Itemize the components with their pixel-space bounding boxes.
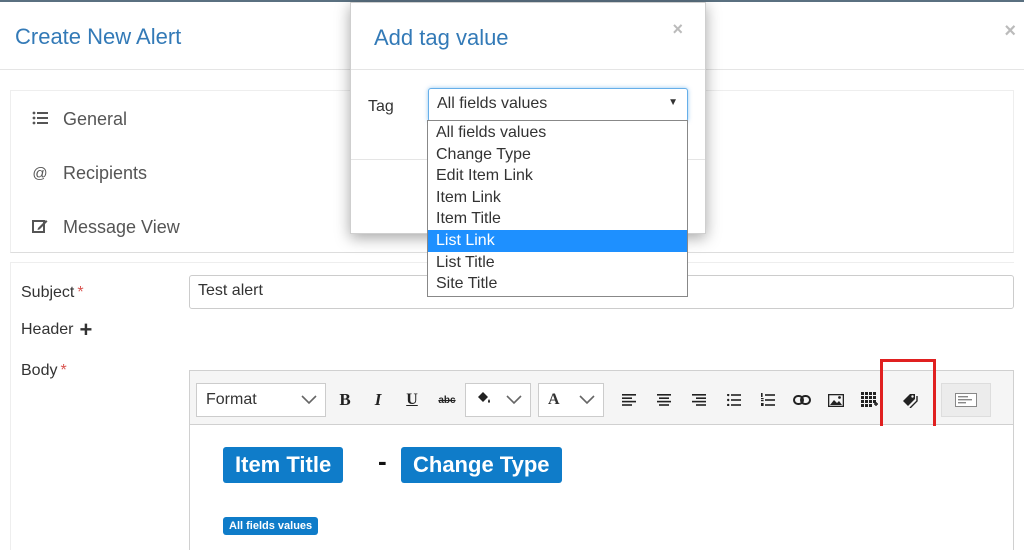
highlight-color-dropdown[interactable] (465, 383, 531, 417)
bulleted-list-icon[interactable] (719, 383, 749, 417)
tag-select-value: All fields values (437, 95, 548, 112)
editor-content[interactable]: Item Title - Change Type All fields valu… (190, 426, 1013, 550)
nav-label: General (63, 109, 128, 129)
tag-change-type[interactable]: Change Type (401, 447, 562, 483)
header-label-text: Header (21, 321, 74, 338)
body-label-text: Body (21, 362, 58, 379)
numbered-list-icon[interactable] (753, 383, 783, 417)
list-icon (29, 111, 51, 129)
header-label: Header + (21, 319, 92, 341)
format-label: Format (206, 391, 257, 408)
option-item[interactable]: Change Type (428, 144, 687, 166)
align-center-icon[interactable] (649, 383, 679, 417)
underline-button[interactable]: U (397, 383, 427, 417)
tag-item-title[interactable]: Item Title (223, 447, 344, 483)
nav-item-general[interactable]: General (29, 109, 127, 130)
option-item[interactable]: Site Title (428, 273, 687, 295)
modal-title: Add tag value (374, 25, 509, 50)
nav-label: Message View (63, 217, 180, 237)
nav-item-message-view[interactable]: Message View (29, 217, 180, 238)
chevron-down-icon (506, 392, 522, 408)
modal-divider (351, 69, 705, 70)
body-label: Body * (21, 362, 67, 380)
image-icon[interactable] (821, 383, 851, 417)
chevron-down-icon (301, 392, 317, 408)
subject-label: Subject * (21, 284, 84, 302)
required-mark: * (77, 284, 84, 301)
tag-all-fields-values[interactable]: All fields values (223, 517, 319, 535)
editor-toolbar: Format B I U abc A (190, 359, 1013, 429)
paint-bucket-icon (475, 390, 493, 411)
edit-icon (29, 218, 51, 238)
at-icon: @ (32, 165, 48, 182)
chevron-down-icon (579, 392, 595, 408)
highlight-annotation-box (880, 359, 936, 429)
bold-button[interactable]: B (330, 383, 360, 417)
align-right-icon[interactable] (684, 383, 714, 417)
rich-text-editor: Format B I U abc A Item Title - Change T… (189, 359, 1014, 550)
nav-item-recipients[interactable]: @ Recipients (29, 163, 147, 184)
option-item[interactable]: Item Title (428, 208, 687, 230)
option-item-highlighted[interactable]: List Link (428, 229, 687, 252)
subject-label-text: Subject (21, 284, 75, 301)
required-mark: * (60, 362, 67, 379)
option-item[interactable]: List Title (428, 252, 687, 274)
close-icon[interactable]: × (672, 19, 683, 40)
format-dropdown[interactable]: Format (196, 383, 326, 417)
option-item[interactable]: Item Link (428, 187, 687, 209)
tag-label: Tag (368, 98, 394, 115)
caret-down-icon: ▼ (668, 97, 678, 108)
tag-options-list: All fields values Change Type Edit Item … (427, 120, 688, 297)
option-item[interactable]: All fields values (428, 122, 687, 144)
dialog-title: Create New Alert (15, 24, 182, 49)
tag-select[interactable]: All fields values ▼ (428, 88, 688, 122)
font-color-icon: A (548, 391, 560, 408)
source-icon[interactable] (941, 383, 991, 417)
align-left-icon[interactable] (614, 383, 644, 417)
italic-button[interactable]: I (363, 383, 393, 417)
separator-dash: - (378, 446, 387, 476)
nav-label: Recipients (63, 163, 148, 183)
option-item[interactable]: Edit Item Link (428, 165, 687, 187)
add-header-button[interactable]: + (79, 319, 92, 341)
font-color-dropdown[interactable]: A (538, 383, 604, 417)
link-icon[interactable] (787, 383, 817, 417)
close-icon[interactable]: × (1004, 20, 1016, 43)
strikethrough-button[interactable]: abc (432, 383, 462, 417)
